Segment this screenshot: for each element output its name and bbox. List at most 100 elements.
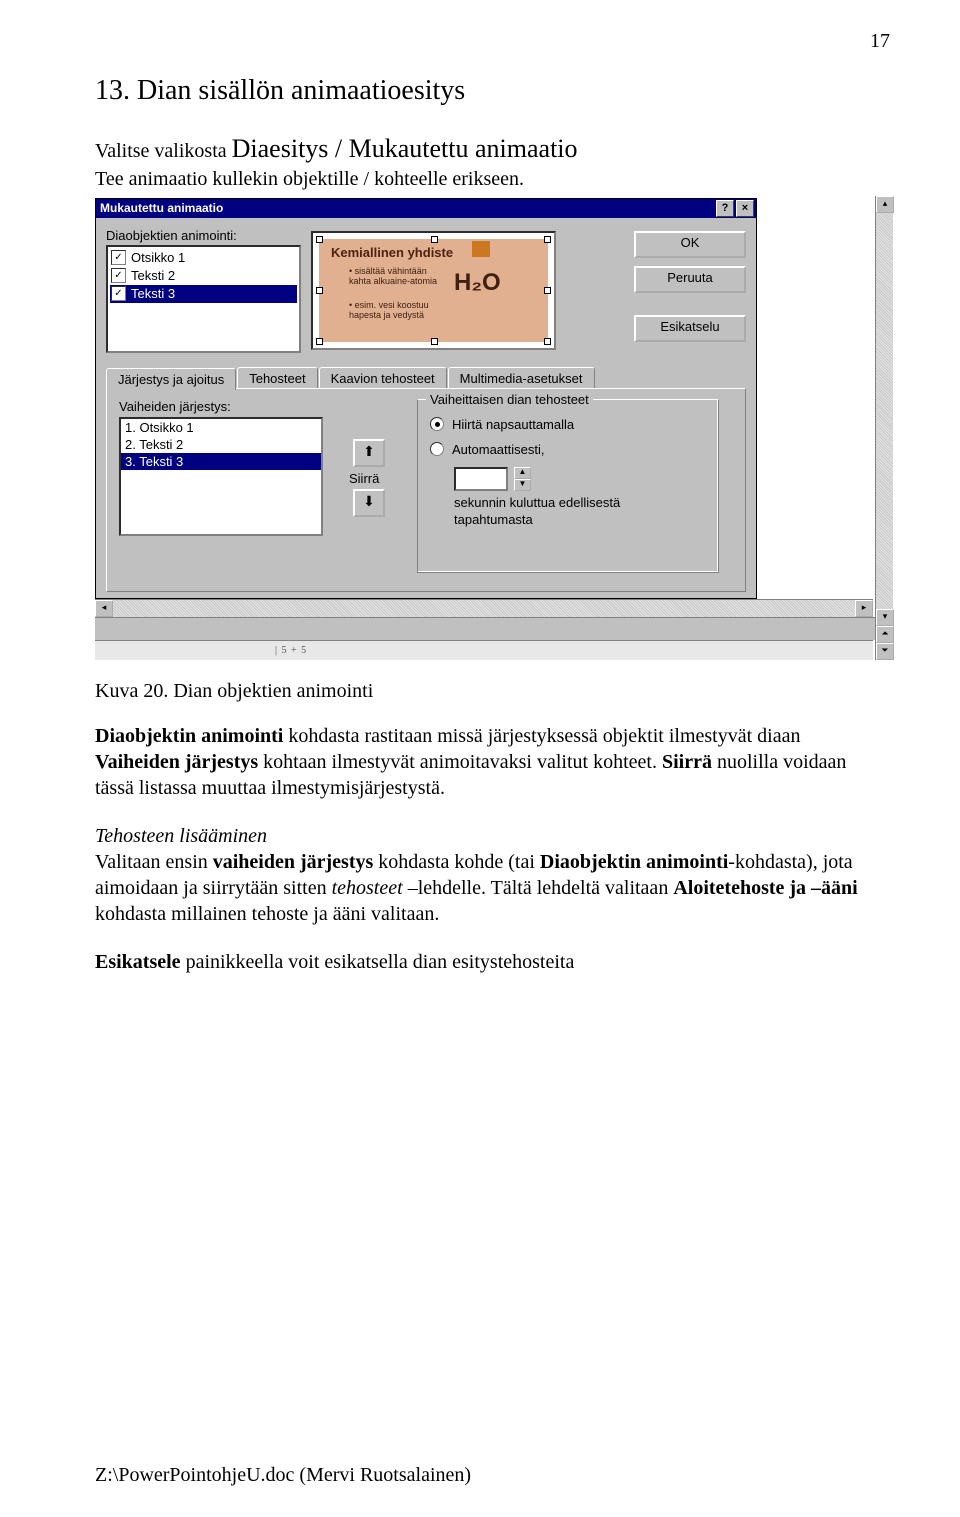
scroll-down-icon[interactable]: ▾ bbox=[876, 609, 894, 626]
text: Valitaan ensin bbox=[95, 851, 213, 873]
separator bbox=[212, 620, 217, 638]
radio-label: Hiirtä napsauttamalla bbox=[452, 417, 574, 432]
text: –lehdelle. Tältä lehdeltä valitaan bbox=[403, 877, 674, 899]
slide-preview: Kemiallinen yhdiste • sisältää vähintään… bbox=[311, 228, 556, 353]
text: kohdasta rastitaan missä järjestyksessä … bbox=[283, 725, 800, 747]
tab-chart-effects[interactable]: Kaavion tehosteet bbox=[319, 367, 447, 389]
selection-handle-icon bbox=[544, 287, 551, 294]
leaf-icon bbox=[472, 241, 490, 257]
list-item[interactable]: ✓ Teksti 2 bbox=[110, 267, 297, 285]
intro-paragraph: Valitse valikosta Diaesitys / Mukautettu… bbox=[95, 132, 880, 192]
vertical-scrollbar[interactable]: ▴ ▾ ⏶ ⏷ bbox=[875, 196, 893, 660]
selection-handle-icon bbox=[431, 338, 438, 345]
radio-label: Automaattisesti, bbox=[452, 442, 545, 457]
scroll-right-icon[interactable]: ▸ bbox=[855, 600, 873, 617]
toolbar-button[interactable] bbox=[143, 619, 165, 639]
close-button[interactable]: × bbox=[736, 200, 754, 217]
horizontal-scrollbar[interactable]: ◂ ▸ bbox=[95, 599, 873, 617]
list-item-label: Teksti 3 bbox=[131, 286, 175, 301]
radio-automatically[interactable]: Automaattisesti, bbox=[430, 442, 718, 457]
titlebar[interactable]: Mukautettu animaatio ? × bbox=[96, 199, 756, 218]
checkbox-icon[interactable]: ✓ bbox=[111, 268, 126, 283]
toolbar-button[interactable] bbox=[120, 619, 142, 639]
animate-objects-block: Diaobjektien animointi: ✓ Otsikko 1 ✓ Te… bbox=[106, 228, 301, 353]
order-list[interactable]: 1. Otsikko 1 2. Teksti 2 3. Teksti 3 bbox=[119, 417, 323, 536]
strong: Esikatsele bbox=[95, 951, 181, 973]
text: kohdasta millainen tehoste ja ääni valit… bbox=[95, 903, 439, 925]
list-item[interactable]: 2. Teksti 2 bbox=[121, 436, 321, 453]
spin-up-icon[interactable]: ▲ bbox=[514, 467, 531, 479]
next-slide-icon[interactable]: ⏷ bbox=[876, 643, 894, 660]
delay-row: ▲ ▼ bbox=[454, 467, 718, 491]
radio-on-click[interactable]: Hiirtä napsauttamalla bbox=[430, 417, 718, 432]
paragraph-tehosteet: Tehosteen lisääminen Valitaan ensin vaih… bbox=[95, 823, 880, 927]
animation-dialog: Mukautettu animaatio ? × Diaobjektien an… bbox=[95, 198, 757, 599]
move-down-button[interactable]: ⬇ bbox=[353, 489, 385, 517]
checkbox-icon[interactable]: ✓ bbox=[111, 250, 126, 265]
paragraph-animointi: Diaobjektin animointi kohdasta rastitaan… bbox=[95, 723, 880, 801]
list-item[interactable]: ✓ Teksti 3 bbox=[110, 285, 297, 303]
page-number: 17 bbox=[870, 30, 890, 53]
slide-title: Kemiallinen yhdiste bbox=[331, 245, 453, 260]
slide-thumbnail: Kemiallinen yhdiste • sisältää vähintään… bbox=[319, 239, 548, 342]
tab-effects[interactable]: Tehosteet bbox=[237, 367, 317, 389]
strong: Aloitetehoste ja –ääni bbox=[673, 877, 857, 899]
seconds-input[interactable] bbox=[454, 467, 508, 491]
list-item-label: Otsikko 1 bbox=[131, 250, 185, 265]
dialog-title: Mukautettu animaatio bbox=[100, 201, 714, 215]
strong: vaiheiden järjestys bbox=[213, 851, 374, 873]
group-title: Vaiheittaisen dian tehosteet bbox=[426, 392, 593, 407]
scroll-track[interactable] bbox=[876, 213, 893, 609]
strong: Diaobjektin animointi bbox=[540, 851, 728, 873]
tab-panel: Vaiheiden järjestys: 1. Otsikko 1 2. Tek… bbox=[106, 388, 746, 592]
timing-group: Vaiheittaisen dian tehosteet Hiirtä naps… bbox=[417, 399, 719, 573]
intro-text: Valitse valikosta bbox=[95, 140, 232, 162]
list-item[interactable]: ✓ Otsikko 1 bbox=[110, 249, 297, 267]
text: kohdasta kohde (tai bbox=[373, 851, 540, 873]
section-heading: 13. Dian sisällön animaatioesitys bbox=[95, 75, 880, 107]
prev-slide-icon[interactable]: ⏶ bbox=[876, 626, 894, 643]
scroll-up-icon[interactable]: ▴ bbox=[876, 196, 894, 213]
dialog-action-buttons: OK Peruuta Esikatselu bbox=[634, 231, 746, 353]
selection-handle-icon bbox=[431, 236, 438, 243]
view-toolbar bbox=[95, 617, 875, 640]
tab-multimedia[interactable]: Multimedia-asetukset bbox=[448, 367, 595, 389]
selection-handle-icon bbox=[544, 338, 551, 345]
strong: Vaiheiden järjestys bbox=[95, 751, 258, 773]
spin-down-icon[interactable]: ▼ bbox=[514, 479, 531, 491]
subheading-italic: Tehosteen lisääminen bbox=[95, 825, 267, 847]
toolbar-button[interactable] bbox=[189, 619, 211, 639]
toolbar-button[interactable] bbox=[166, 619, 188, 639]
seconds-spinner[interactable]: ▲ ▼ bbox=[514, 467, 529, 491]
paragraph-esikatsele: Esikatsele painikkeella voit esikatsella… bbox=[95, 949, 880, 975]
radio-icon[interactable] bbox=[430, 442, 444, 456]
strong: Diaobjektin animointi bbox=[95, 725, 283, 747]
move-up-button[interactable]: ⬆ bbox=[353, 439, 385, 467]
list-item[interactable]: 3. Teksti 3 bbox=[121, 453, 321, 470]
animate-objects-list[interactable]: ✓ Otsikko 1 ✓ Teksti 2 ✓ Teksti 3 bbox=[106, 245, 301, 353]
scroll-track[interactable] bbox=[113, 600, 855, 617]
intro-line2: Tee animaatio kullekin objektille / koht… bbox=[95, 168, 524, 190]
radio-icon[interactable] bbox=[430, 417, 444, 431]
tab-order-timing[interactable]: Järjestys ja ajoitus bbox=[106, 368, 236, 390]
emphasis: tehosteet bbox=[332, 877, 403, 899]
intro-menu-path: Diaesitys / Mukautettu animaatio bbox=[232, 134, 578, 163]
preview-button[interactable]: Esikatselu bbox=[634, 315, 746, 342]
checkbox-icon[interactable]: ✓ bbox=[111, 286, 126, 301]
move-label: Siirrä bbox=[349, 471, 399, 486]
ok-button[interactable]: OK bbox=[634, 231, 746, 258]
selection-handle-icon bbox=[544, 236, 551, 243]
slide-bullet-1: • sisältää vähintään kahta alkuaine-atom… bbox=[349, 267, 439, 287]
help-button[interactable]: ? bbox=[716, 200, 734, 217]
cancel-button[interactable]: Peruuta bbox=[634, 266, 746, 293]
footer: Z:\PowerPointohjeU.doc (Mervi Ruotsalain… bbox=[95, 1464, 471, 1487]
scroll-left-icon[interactable]: ◂ bbox=[95, 600, 113, 617]
selection-handle-icon bbox=[316, 236, 323, 243]
toolbar-button[interactable] bbox=[97, 619, 119, 639]
text: kohtaan ilmestyvät animoitavaksi valitut… bbox=[258, 751, 662, 773]
screenshot: Mukautettu animaatio ? × Diaobjektien an… bbox=[95, 196, 880, 660]
strong: Siirrä bbox=[662, 751, 712, 773]
list-item[interactable]: 1. Otsikko 1 bbox=[121, 419, 321, 436]
selection-handle-icon bbox=[316, 287, 323, 294]
seconds-after-label: sekunnin kuluttua edellisestä bbox=[454, 495, 718, 510]
